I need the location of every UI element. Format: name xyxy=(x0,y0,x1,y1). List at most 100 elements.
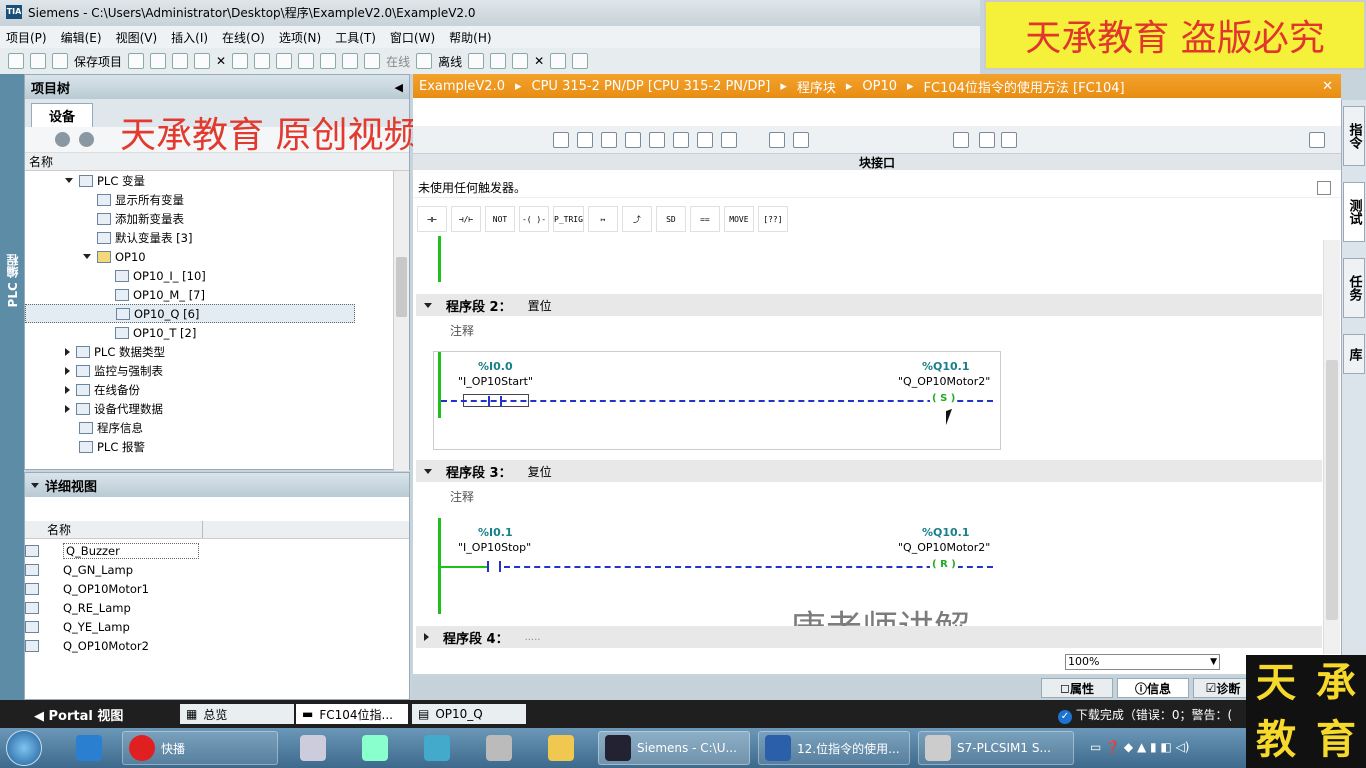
trigger-icon[interactable] xyxy=(1317,180,1331,195)
taskbar-item-word[interactable]: 12.位指令的使用... xyxy=(758,731,910,765)
tab-tasks[interactable]: 任务 xyxy=(1343,258,1365,318)
start-cpu-icon[interactable] xyxy=(490,53,507,69)
tree-item-device-proxy[interactable]: 设备代理数据 xyxy=(65,399,163,418)
cross-reference-icon[interactable]: ✕ xyxy=(534,54,544,68)
tree-item-op10-i[interactable]: OP10_I_ [10] xyxy=(115,266,206,285)
save-icon[interactable] xyxy=(52,53,68,69)
breadcrumb-fc104[interactable]: FC104位指令的使用方法 [FC104] xyxy=(924,77,1125,96)
folder-icon[interactable] xyxy=(548,735,574,761)
start-button[interactable] xyxy=(6,730,42,766)
block-interface-bar[interactable]: 块接口 xyxy=(413,154,1341,170)
more-icon[interactable] xyxy=(1001,132,1017,148)
status-tab-fc104[interactable]: ▬ FC104位指... xyxy=(296,704,408,724)
menu-tools[interactable]: 工具(T) xyxy=(335,29,376,46)
expand-icon[interactable] xyxy=(65,404,70,413)
expand-icon[interactable] xyxy=(65,366,70,375)
tab-libraries[interactable]: 库 xyxy=(1343,334,1365,374)
branch-close-button[interactable]: ⤴ xyxy=(621,206,652,232)
go-to-error-icon[interactable] xyxy=(769,132,785,148)
status-tab-overview[interactable]: ▦ 总览 xyxy=(180,704,294,724)
menu-view[interactable]: 视图(V) xyxy=(116,29,158,46)
breadcrumb-cpu[interactable]: CPU 315-2 PN/DP [CPU 315-2 PN/DP] xyxy=(532,79,771,94)
tree-scrollbar[interactable] xyxy=(393,171,409,471)
tab-instructions[interactable]: 指令 xyxy=(1343,106,1365,166)
sd-timer-button[interactable]: SD xyxy=(655,206,686,232)
breadcrumb-project[interactable]: ExampleV2.0 xyxy=(419,79,505,94)
taskbar-item-tia[interactable]: Siemens - C:\U... xyxy=(598,731,750,765)
network-2-header[interactable]: 程序段 2： 置位 xyxy=(416,294,1322,316)
expand-icon[interactable] xyxy=(65,385,70,394)
menu-help[interactable]: 帮助(H) xyxy=(449,29,491,46)
compile-icon[interactable] xyxy=(276,53,293,69)
tree-item-watch-tables[interactable]: 监控与强制表 xyxy=(65,361,163,380)
collapse-panel-icon[interactable]: ◀ xyxy=(395,81,403,94)
accessible-devices-icon[interactable] xyxy=(468,53,485,69)
p-trig-button[interactable]: P_TRIG xyxy=(553,206,584,232)
network-3-header[interactable]: 程序段 3： 复位 xyxy=(416,460,1322,482)
tree-item-online-backups[interactable]: 在线备份 xyxy=(65,380,140,399)
upload-icon[interactable] xyxy=(320,53,337,69)
network-3-reset-coil[interactable]: ( R ) xyxy=(930,559,958,570)
detail-view-header[interactable]: 详细视图 xyxy=(25,473,409,497)
collapse-icon[interactable] xyxy=(424,468,432,474)
back-icon[interactable] xyxy=(55,132,70,147)
tab-diagnostics[interactable]: ☑ 诊断 xyxy=(1193,678,1253,698)
go-offline-button[interactable]: 离线 xyxy=(438,53,462,70)
tree-item-op10-q[interactable]: OP10_Q [6] xyxy=(25,304,355,323)
menu-project[interactable]: 项目(P) xyxy=(6,29,47,46)
tab-info[interactable]: ⓘ 信息 xyxy=(1117,678,1189,698)
app-icon-2[interactable] xyxy=(362,735,388,761)
tab-devices[interactable]: 设备 xyxy=(31,103,93,127)
expand-icon[interactable] xyxy=(65,347,70,356)
copy-icon[interactable] xyxy=(172,53,189,69)
app-icon-1[interactable] xyxy=(76,735,102,761)
detail-item[interactable]: Q_OP10Motor2 xyxy=(25,636,149,655)
tree-item-op10-m[interactable]: OP10_M_ [7] xyxy=(115,285,205,304)
breadcrumb-op10[interactable]: OP10 xyxy=(862,79,897,94)
taskbar-item-player[interactable]: 快播 xyxy=(122,731,278,765)
empty-box-button[interactable]: [??] xyxy=(757,206,788,232)
collapse-icon[interactable] xyxy=(424,302,432,308)
tab-properties[interactable]: ◻ 属性 xyxy=(1041,678,1113,698)
app-icon-3[interactable] xyxy=(424,735,450,761)
detail-item[interactable]: Q_OP10Motor1 xyxy=(25,579,149,598)
tree-item-op10-t[interactable]: OP10_T [2] xyxy=(115,323,196,342)
go-online-button[interactable]: 在线 xyxy=(386,53,410,70)
status-tab-op10-q[interactable]: ▤ OP10_Q xyxy=(412,704,526,724)
redo-icon[interactable] xyxy=(254,53,271,69)
menu-online[interactable]: 在线(O) xyxy=(222,29,265,46)
detail-item[interactable]: Q_RE_Lamp xyxy=(25,598,131,617)
network-4-header[interactable]: 程序段 4： ..... xyxy=(416,626,1322,648)
print-icon[interactable] xyxy=(128,53,145,69)
menu-options[interactable]: 选项(N) xyxy=(279,29,321,46)
chevron-down-icon[interactable]: ▼ xyxy=(1210,655,1217,669)
new-project-icon[interactable] xyxy=(8,53,24,69)
menu-window[interactable]: 窗口(W) xyxy=(390,29,435,46)
tree-item-add-tag-table[interactable]: 添加新变量表 xyxy=(97,209,184,228)
zoom-select[interactable]: 100% ▼ xyxy=(1065,654,1220,670)
breadcrumb-program-blocks[interactable]: 程序块 xyxy=(797,77,836,96)
go-offline-icon[interactable] xyxy=(416,53,433,69)
delete-icon[interactable]: ✕ xyxy=(216,54,226,68)
tree-item-op10[interactable]: OP10 xyxy=(83,247,146,266)
app-icon-4[interactable] xyxy=(486,735,512,761)
grid-icon[interactable] xyxy=(649,132,665,148)
panel-toggle-icon[interactable] xyxy=(1309,132,1325,148)
compare-icon[interactable] xyxy=(625,132,641,148)
network-3-contact[interactable] xyxy=(486,560,504,573)
editor-scrollbar[interactable] xyxy=(1323,240,1340,654)
menu-insert[interactable]: 插入(I) xyxy=(171,29,208,46)
detail-item[interactable]: Q_GN_Lamp xyxy=(25,560,133,579)
network-2-comment[interactable]: 注释 xyxy=(450,322,474,339)
coil-button[interactable]: -( )- xyxy=(519,206,549,232)
tree-item-plc-alarms[interactable]: PLC 报警 xyxy=(79,437,145,456)
plc-programming-strip[interactable]: PLC 编程 xyxy=(0,74,24,700)
split-horizontal-icon[interactable] xyxy=(550,53,567,69)
undo-icon[interactable] xyxy=(232,53,249,69)
collapse-icon[interactable] xyxy=(31,482,39,488)
expand-icon[interactable] xyxy=(83,254,91,259)
menu-edit[interactable]: 编辑(E) xyxy=(61,29,102,46)
network-comments-icon[interactable] xyxy=(673,132,689,148)
network-3-comment[interactable]: 注释 xyxy=(450,488,474,505)
go-online-icon[interactable] xyxy=(364,53,381,69)
